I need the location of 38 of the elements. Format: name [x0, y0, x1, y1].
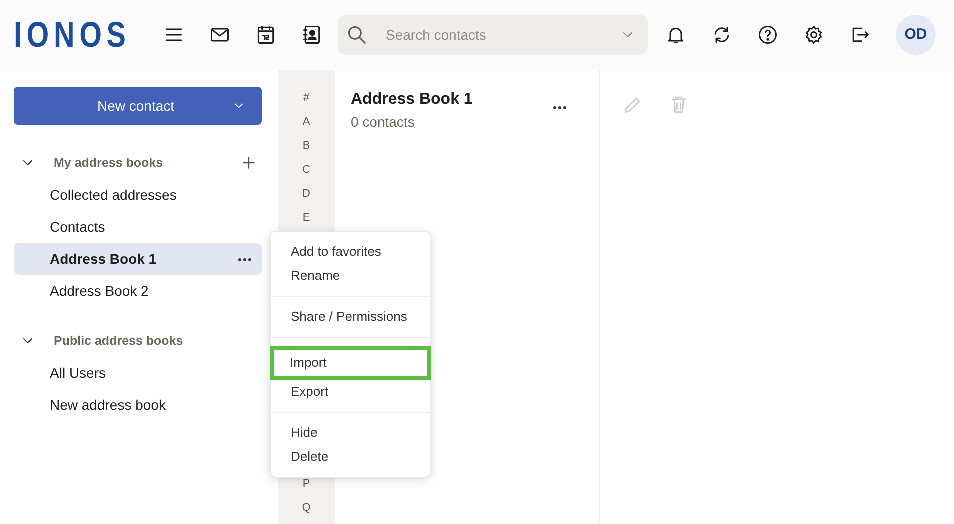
help-icon[interactable]: [757, 24, 779, 46]
calendar-icon[interactable]: [255, 24, 277, 46]
address-book-icon[interactable]: [301, 24, 323, 46]
index-letter[interactable]: Q: [278, 500, 335, 524]
index-letter[interactable]: E: [278, 210, 335, 234]
menu-item[interactable]: Import: [270, 346, 431, 380]
index-letter[interactable]: D: [278, 186, 335, 210]
more-icon[interactable]: [238, 258, 252, 262]
index-letter[interactable]: #: [278, 90, 335, 114]
menu-item[interactable]: Share / Permissions: [271, 305, 430, 329]
sidebar-item[interactable]: Contacts: [14, 211, 262, 243]
avatar[interactable]: OD: [896, 15, 936, 55]
sidebar-item[interactable]: New address book: [14, 389, 262, 421]
settings-icon[interactable]: [803, 24, 825, 46]
search-bar[interactable]: Search contacts: [338, 15, 648, 55]
index-letter[interactable]: A: [278, 114, 335, 138]
search-icon: [346, 24, 368, 46]
more-icon[interactable]: [553, 106, 567, 110]
index-letter[interactable]: C: [278, 162, 335, 186]
menu-item[interactable]: Hide: [271, 421, 430, 445]
menu-item[interactable]: Delete: [271, 445, 430, 469]
menu-item[interactable]: Add to favorites: [271, 240, 430, 264]
section-heading[interactable]: My address books: [54, 154, 164, 172]
list-title: Address Book 1: [351, 90, 474, 110]
index-letter[interactable]: P: [278, 476, 335, 500]
sidebar-item[interactable]: All Users: [14, 357, 262, 389]
logo: IONOS: [14, 17, 126, 53]
section-heading[interactable]: Public address books: [54, 332, 184, 350]
plus-icon[interactable]: [240, 154, 258, 172]
menu-item[interactable]: Rename: [271, 264, 430, 288]
menu-item[interactable]: Export: [271, 380, 430, 404]
sidebar-item[interactable]: Address Book 2: [14, 275, 262, 307]
new-contact-button[interactable]: New contact: [14, 87, 262, 125]
sidebar-item[interactable]: Collected addresses: [14, 179, 262, 211]
search-field[interactable]: Search contacts: [384, 24, 612, 46]
index-letter[interactable]: B: [278, 138, 335, 162]
contact-count: 0 contacts: [351, 113, 416, 132]
selected-sidebar-item[interactable]: Address Book 1: [14, 243, 262, 275]
